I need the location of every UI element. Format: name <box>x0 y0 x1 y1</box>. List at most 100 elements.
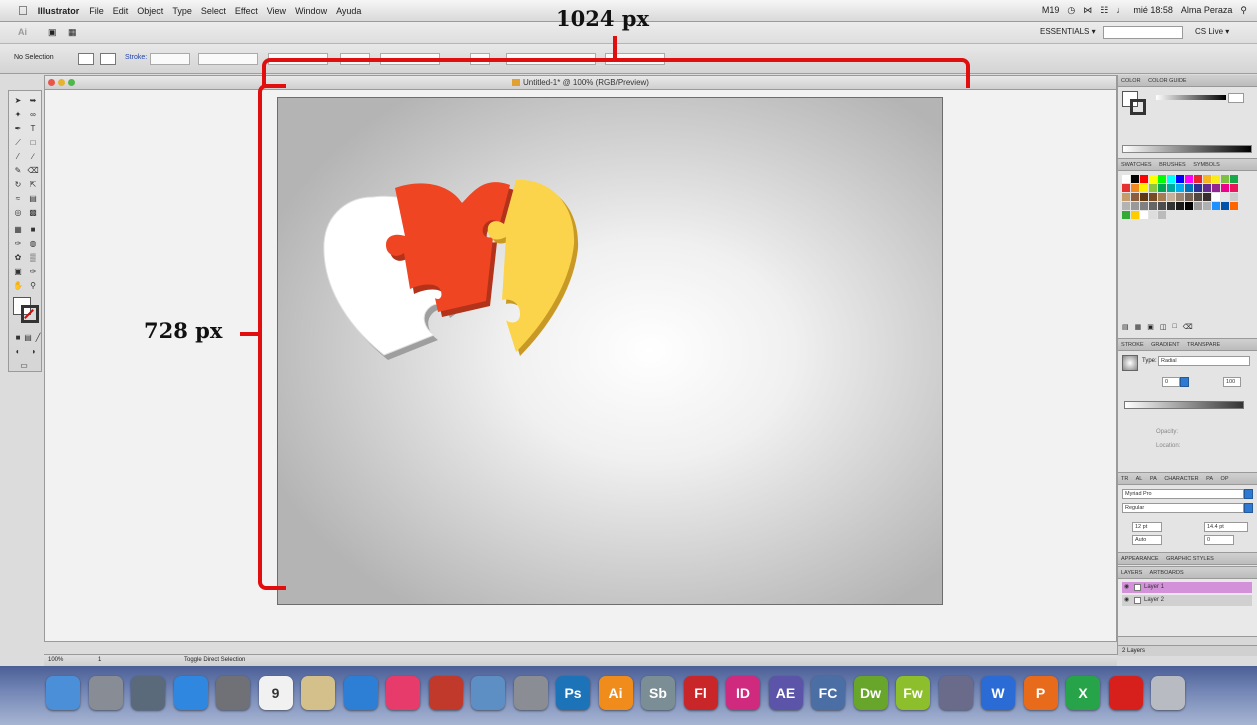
close-window-icon[interactable] <box>48 79 55 86</box>
bluetooth-icon[interactable]: ⋈ <box>1083 5 1092 16</box>
color-swatch[interactable] <box>1203 202 1211 210</box>
line-tool-icon[interactable]: ⟋ <box>11 136 25 149</box>
menu-view[interactable]: View <box>267 6 286 16</box>
font-style-field[interactable]: Regular <box>1122 503 1244 513</box>
tab-al[interactable]: AL <box>1136 476 1143 482</box>
slice-tool-icon[interactable]: ✑ <box>26 265 40 278</box>
arrange-documents-icon[interactable]: ▦ <box>68 27 77 38</box>
dock-flash-catalyst-icon[interactable]: FC <box>811 676 845 710</box>
app-name-menu[interactable]: Illustrator <box>38 6 80 16</box>
search-input[interactable] <box>1103 26 1183 39</box>
dock-excel-icon[interactable]: X <box>1066 676 1100 710</box>
dock-launchpad-icon[interactable] <box>88 676 123 710</box>
dock-calendar-icon[interactable]: 9 <box>258 676 293 710</box>
selection-tool-icon[interactable]: ➤ <box>11 94 25 107</box>
gradient-preview[interactable] <box>1122 355 1138 371</box>
color-swatch[interactable] <box>1221 202 1229 210</box>
tab-color-guide[interactable]: COLOR GUIDE <box>1148 78 1187 84</box>
dock-itunes-icon[interactable] <box>386 676 420 710</box>
fill-swatch[interactable] <box>78 53 94 65</box>
color-swatch[interactable] <box>1158 211 1166 219</box>
menu-file[interactable]: File <box>89 6 104 16</box>
paintbrush-tool-icon[interactable]: ⁄ <box>11 150 25 163</box>
width-tool-icon[interactable]: ≈ <box>11 192 25 205</box>
mesh-tool-icon[interactable]: ▦ <box>11 223 25 236</box>
color-swatch[interactable] <box>1167 184 1175 192</box>
color-swatch[interactable] <box>1203 193 1211 201</box>
artboard[interactable] <box>277 97 943 605</box>
tab-artboards[interactable]: ARTBOARDS <box>1150 570 1184 576</box>
dock-app-store-icon[interactable] <box>173 676 208 710</box>
eraser-tool-icon[interactable]: ⌫ <box>26 164 40 177</box>
dock-indesign-icon[interactable]: ID <box>726 676 760 710</box>
dock-safari-icon[interactable] <box>343 676 378 710</box>
volume-icon[interactable]: ♩ <box>1116 5 1125 16</box>
color-swatch[interactable] <box>1203 175 1211 183</box>
clock[interactable]: mié 18:58 <box>1133 5 1173 16</box>
shape-builder-tool-icon[interactable]: ◎ <box>11 206 25 219</box>
dock-word-icon[interactable]: W <box>981 676 1015 710</box>
delete-swatch-icon[interactable]: ⌫ <box>1183 323 1193 331</box>
color-swatch[interactable] <box>1194 184 1202 192</box>
menu-ayuda[interactable]: Ayuda <box>336 6 361 16</box>
leading-field[interactable]: 14.4 pt <box>1204 522 1248 532</box>
color-swatch[interactable] <box>1131 193 1139 201</box>
zoom-window-icon[interactable] <box>68 79 75 86</box>
dock-dreamweaver-icon[interactable]: Dw <box>853 676 888 710</box>
layer-name[interactable]: Layer 1 <box>1144 584 1164 590</box>
scale-tool-icon[interactable]: ⇱ <box>26 178 40 191</box>
symbol-sprayer-tool-icon[interactable]: ✿ <box>11 251 25 264</box>
direct-selection-tool-icon[interactable]: ➥ <box>26 94 40 107</box>
color-swatch[interactable] <box>1176 193 1184 201</box>
color-swatch[interactable] <box>1185 184 1193 192</box>
tab-appearance[interactable]: APPEARANCE <box>1121 556 1159 562</box>
dock-trash-icon[interactable] <box>1151 676 1185 710</box>
color-swatch[interactable] <box>1149 175 1157 183</box>
tab-gradient[interactable]: GRADIENT <box>1151 342 1179 348</box>
swatch-libraries-icon[interactable]: ▤ <box>1122 323 1129 331</box>
timemachine-icon[interactable]: ◷ <box>1067 5 1075 16</box>
new-swatch-icon[interactable]: □ <box>1173 323 1177 331</box>
column-graph-tool-icon[interactable]: ▒ <box>26 251 40 264</box>
tab-tr[interactable]: TR <box>1121 476 1128 482</box>
tab-pa-2[interactable]: PA <box>1206 476 1213 482</box>
blob-brush-tool-icon[interactable]: ✎ <box>11 164 25 177</box>
dock-photoshop-icon[interactable]: Ps <box>556 676 590 710</box>
color-swatch[interactable] <box>1212 184 1220 192</box>
color-swatch[interactable] <box>1131 211 1139 219</box>
color-swatch[interactable] <box>1194 202 1202 210</box>
color-swatch[interactable] <box>1140 193 1148 201</box>
pencil-tool-icon[interactable]: ∕ <box>26 150 40 163</box>
artboard-tool-icon[interactable]: ▣ <box>11 265 25 278</box>
stroke-swatch[interactable] <box>100 53 116 65</box>
menu-effect[interactable]: Effect <box>235 6 258 16</box>
color-swatch[interactable] <box>1212 202 1220 210</box>
spotlight-icon[interactable]: ⚲ <box>1240 5 1247 16</box>
gradient-type-select[interactable]: Radial <box>1158 356 1250 366</box>
color-swatch[interactable] <box>1149 211 1157 219</box>
color-swatch[interactable] <box>1185 193 1193 201</box>
screen-mode-icon[interactable]: ▭ <box>17 359 31 372</box>
color-swatch[interactable] <box>1167 193 1175 201</box>
swatch-options-icon[interactable]: ▣ <box>1147 323 1154 331</box>
dock-powerpoint-icon[interactable]: P <box>1023 676 1058 710</box>
menu-type[interactable]: Type <box>172 6 192 16</box>
tab-symbols[interactable]: SYMBOLS <box>1193 162 1220 168</box>
gradient-ratio-field[interactable]: 100 <box>1223 377 1241 387</box>
color-swatch[interactable] <box>1158 175 1166 183</box>
color-swatch[interactable] <box>1203 184 1211 192</box>
tab-graphic-styles[interactable]: GRAPHIC STYLES <box>1166 556 1214 562</box>
dock-fireworks-icon[interactable]: Fw <box>896 676 930 710</box>
magic-wand-tool-icon[interactable]: ✦ <box>11 108 25 121</box>
color-swatch[interactable] <box>1194 193 1202 201</box>
color-stroke-box[interactable] <box>1130 99 1146 115</box>
apple-menu-icon[interactable]:  <box>18 3 28 18</box>
gradient-angle-field[interactable]: 0 <box>1162 377 1180 387</box>
visibility-eye-icon[interactable]: ◉ <box>1124 595 1129 606</box>
type-tool-icon[interactable]: T <box>26 122 40 135</box>
user-menu[interactable]: Alma Peraza <box>1181 5 1233 16</box>
none-mode-icon[interactable]: ╱ <box>31 331 45 344</box>
dock-illustrator-icon[interactable]: Ai <box>598 676 633 710</box>
color-swatch[interactable] <box>1230 184 1238 192</box>
color-swatch[interactable] <box>1149 184 1157 192</box>
